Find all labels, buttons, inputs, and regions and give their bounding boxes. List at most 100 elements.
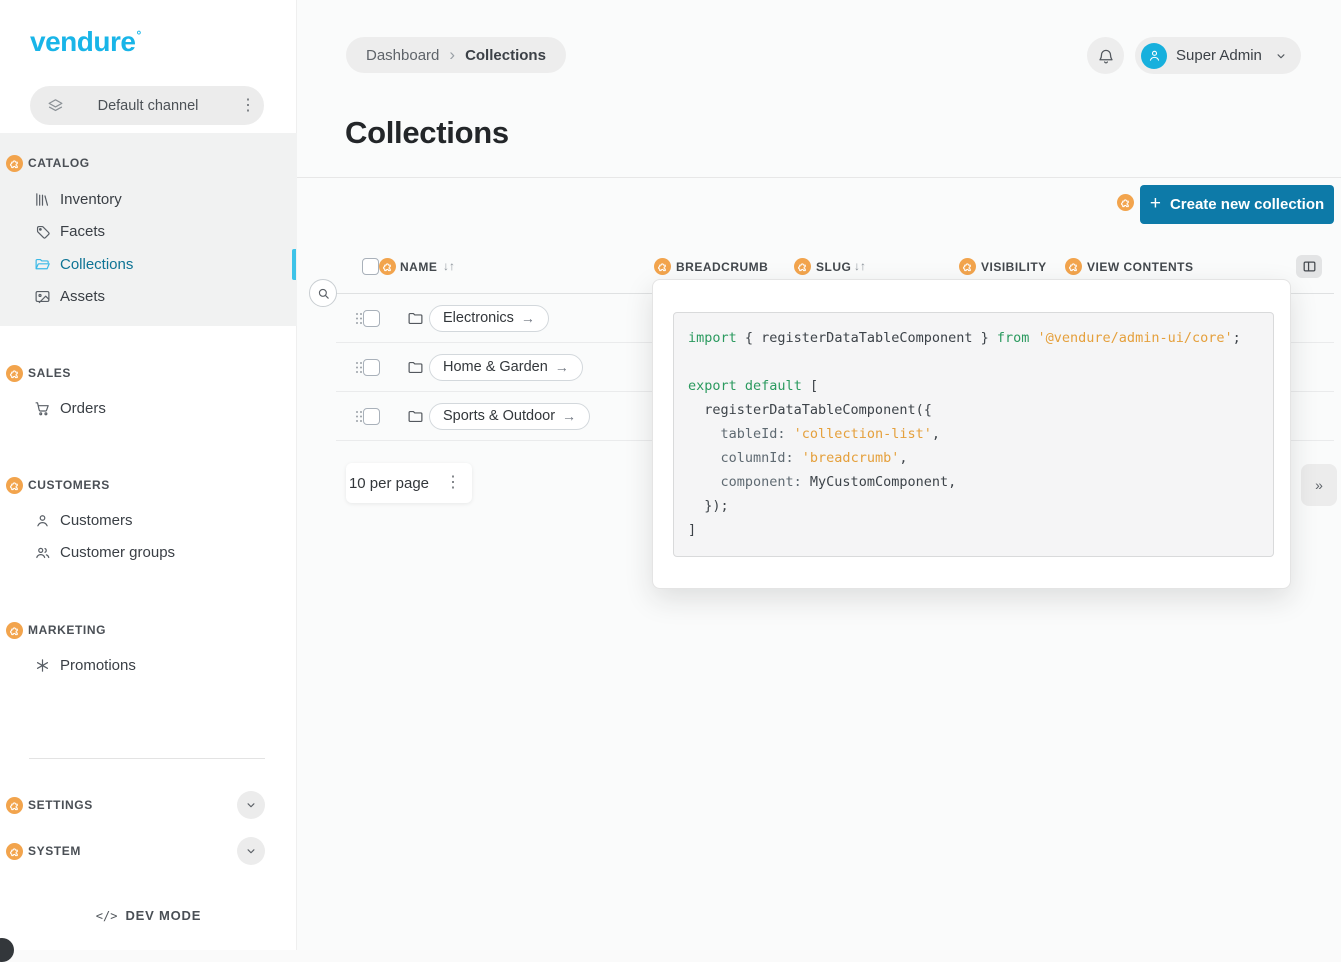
page-title: Collections bbox=[345, 115, 509, 151]
vendure-admin-app: vendure° Default channel ⋮ CATALOG Inven… bbox=[0, 0, 1341, 950]
folder-open-icon bbox=[34, 256, 51, 273]
plugin-puzzle-badge[interactable] bbox=[1065, 258, 1082, 275]
search-toggle-button[interactable] bbox=[309, 279, 337, 307]
drag-handle-icon[interactable] bbox=[355, 410, 363, 422]
row-checkbox[interactable] bbox=[363, 359, 380, 376]
code-line: tableId: 'collection-list', bbox=[688, 422, 1273, 446]
plugin-puzzle-badge[interactable] bbox=[6, 622, 23, 639]
kebab-icon[interactable]: ⋮ bbox=[437, 471, 469, 495]
folder-icon bbox=[407, 359, 424, 376]
layers-icon bbox=[47, 97, 64, 114]
sidebar-item-customers[interactable]: Customers bbox=[34, 509, 133, 531]
sort-icon[interactable]: ↓↑ bbox=[443, 259, 455, 273]
section-header-system: SYSTEM bbox=[6, 842, 81, 860]
column-header-breadcrumb: BREADCRUMB bbox=[676, 260, 768, 274]
plugin-puzzle-badge[interactable] bbox=[6, 477, 23, 494]
cart-icon bbox=[34, 400, 51, 417]
row-checkbox[interactable] bbox=[363, 408, 380, 425]
section-header-catalog: CATALOG bbox=[6, 154, 90, 172]
code-icon: </> bbox=[96, 909, 118, 923]
image-icon bbox=[34, 288, 51, 305]
code-line: registerDataTableComponent({ bbox=[688, 398, 1273, 422]
library-icon bbox=[34, 191, 51, 208]
asterisk-icon bbox=[34, 657, 51, 674]
avatar bbox=[1141, 43, 1167, 69]
select-all-checkbox[interactable] bbox=[362, 258, 379, 275]
user-name: Super Admin bbox=[1176, 47, 1265, 64]
section-header-sales: SALES bbox=[6, 364, 71, 382]
arrow-right-icon: → bbox=[555, 359, 569, 375]
plugin-puzzle-badge[interactable] bbox=[6, 797, 23, 814]
sort-icon[interactable]: ↓↑ bbox=[854, 259, 866, 273]
section-header-marketing: MARKETING bbox=[6, 621, 106, 639]
column-header-slug[interactable]: SLUG bbox=[816, 260, 851, 274]
plugin-puzzle-badge[interactable] bbox=[6, 155, 23, 172]
user-menu[interactable]: Super Admin bbox=[1135, 37, 1301, 74]
channel-kebab-icon[interactable]: ⋮ bbox=[232, 94, 264, 118]
chevron-down-icon bbox=[1274, 49, 1288, 63]
items-per-page-select[interactable]: 10 per page ⋮ bbox=[346, 463, 472, 503]
tag-icon bbox=[34, 223, 51, 240]
chevron-down-icon bbox=[244, 798, 258, 812]
column-header-name[interactable]: NAME bbox=[400, 260, 437, 274]
settings-expand-button[interactable] bbox=[237, 791, 265, 819]
drag-handle-icon[interactable] bbox=[355, 312, 363, 324]
code-line: ] bbox=[688, 518, 1273, 542]
plugin-puzzle-badge[interactable] bbox=[379, 258, 396, 275]
plugin-puzzle-badge[interactable] bbox=[6, 843, 23, 860]
code-line: columnId: 'breadcrumb', bbox=[688, 446, 1273, 470]
code-line: component: MyCustomComponent, bbox=[688, 470, 1273, 494]
system-expand-button[interactable] bbox=[237, 837, 265, 865]
breadcrumb: Dashboard › Collections bbox=[346, 37, 566, 73]
arrow-right-icon: → bbox=[562, 408, 576, 424]
sidebar-item-facets[interactable]: Facets bbox=[34, 220, 105, 242]
active-item-indicator bbox=[292, 249, 296, 280]
breadcrumb-dashboard-link[interactable]: Dashboard bbox=[366, 47, 439, 64]
plus-icon: + bbox=[1150, 194, 1161, 213]
notifications-button[interactable] bbox=[1087, 37, 1124, 74]
header-divider bbox=[297, 177, 1341, 178]
collection-link-chip[interactable]: Electronics → bbox=[429, 305, 549, 332]
sidebar-item-assets[interactable]: Assets bbox=[34, 285, 105, 307]
debug-bubble bbox=[0, 938, 14, 962]
chevron-down-icon bbox=[244, 844, 258, 858]
arrow-right-icon: → bbox=[521, 310, 535, 326]
folder-icon bbox=[407, 408, 424, 425]
section-header-settings: SETTINGS bbox=[6, 796, 93, 814]
code-block: import { registerDataTableComponent } fr… bbox=[673, 312, 1274, 557]
plugin-puzzle-badge[interactable] bbox=[6, 365, 23, 382]
sidebar-item-orders[interactable]: Orders bbox=[34, 397, 106, 419]
drag-handle-icon[interactable] bbox=[355, 361, 363, 373]
collection-link-chip[interactable]: Sports & Outdoor → bbox=[429, 403, 590, 430]
chevron-right-icon: › bbox=[449, 45, 455, 65]
sidebar-item-customer-groups[interactable]: Customer groups bbox=[34, 541, 175, 563]
column-header-view-contents: VIEW CONTENTS bbox=[1087, 260, 1194, 274]
users-icon bbox=[34, 544, 51, 561]
sidebar-item-promotions[interactable]: Promotions bbox=[34, 654, 136, 676]
vendure-logo[interactable]: vendure° bbox=[30, 26, 140, 58]
next-page-button[interactable]: » bbox=[1301, 464, 1337, 506]
main-content: Dashboard › Collections Super Admin Coll… bbox=[297, 0, 1341, 950]
channel-selector[interactable]: Default channel ⋮ bbox=[30, 86, 264, 125]
sidebar-item-collections[interactable]: Collections bbox=[34, 253, 133, 275]
column-settings-button[interactable] bbox=[1296, 255, 1322, 278]
sidebar-item-inventory[interactable]: Inventory bbox=[34, 188, 122, 210]
channel-label: Default channel bbox=[64, 98, 232, 114]
dev-mode-toggle[interactable]: </> DEV MODE bbox=[0, 908, 297, 923]
folder-icon bbox=[407, 310, 424, 327]
breadcrumb-collections-link[interactable]: Collections bbox=[465, 47, 546, 64]
code-line bbox=[688, 350, 1273, 374]
code-line: export default [ bbox=[688, 374, 1273, 398]
section-header-customers: CUSTOMERS bbox=[6, 476, 110, 494]
row-checkbox[interactable] bbox=[363, 310, 380, 327]
user-icon bbox=[34, 512, 51, 529]
plugin-puzzle-badge[interactable] bbox=[1117, 194, 1134, 211]
column-header-visibility: VISIBILITY bbox=[981, 260, 1047, 274]
plugin-puzzle-badge[interactable] bbox=[794, 258, 811, 275]
plugin-puzzle-badge[interactable] bbox=[654, 258, 671, 275]
plugin-puzzle-badge[interactable] bbox=[959, 258, 976, 275]
sidebar: vendure° Default channel ⋮ CATALOG Inven… bbox=[0, 0, 297, 950]
collection-link-chip[interactable]: Home & Garden → bbox=[429, 354, 583, 381]
bell-icon bbox=[1097, 47, 1115, 65]
create-new-collection-button[interactable]: + Create new collection bbox=[1140, 185, 1334, 224]
